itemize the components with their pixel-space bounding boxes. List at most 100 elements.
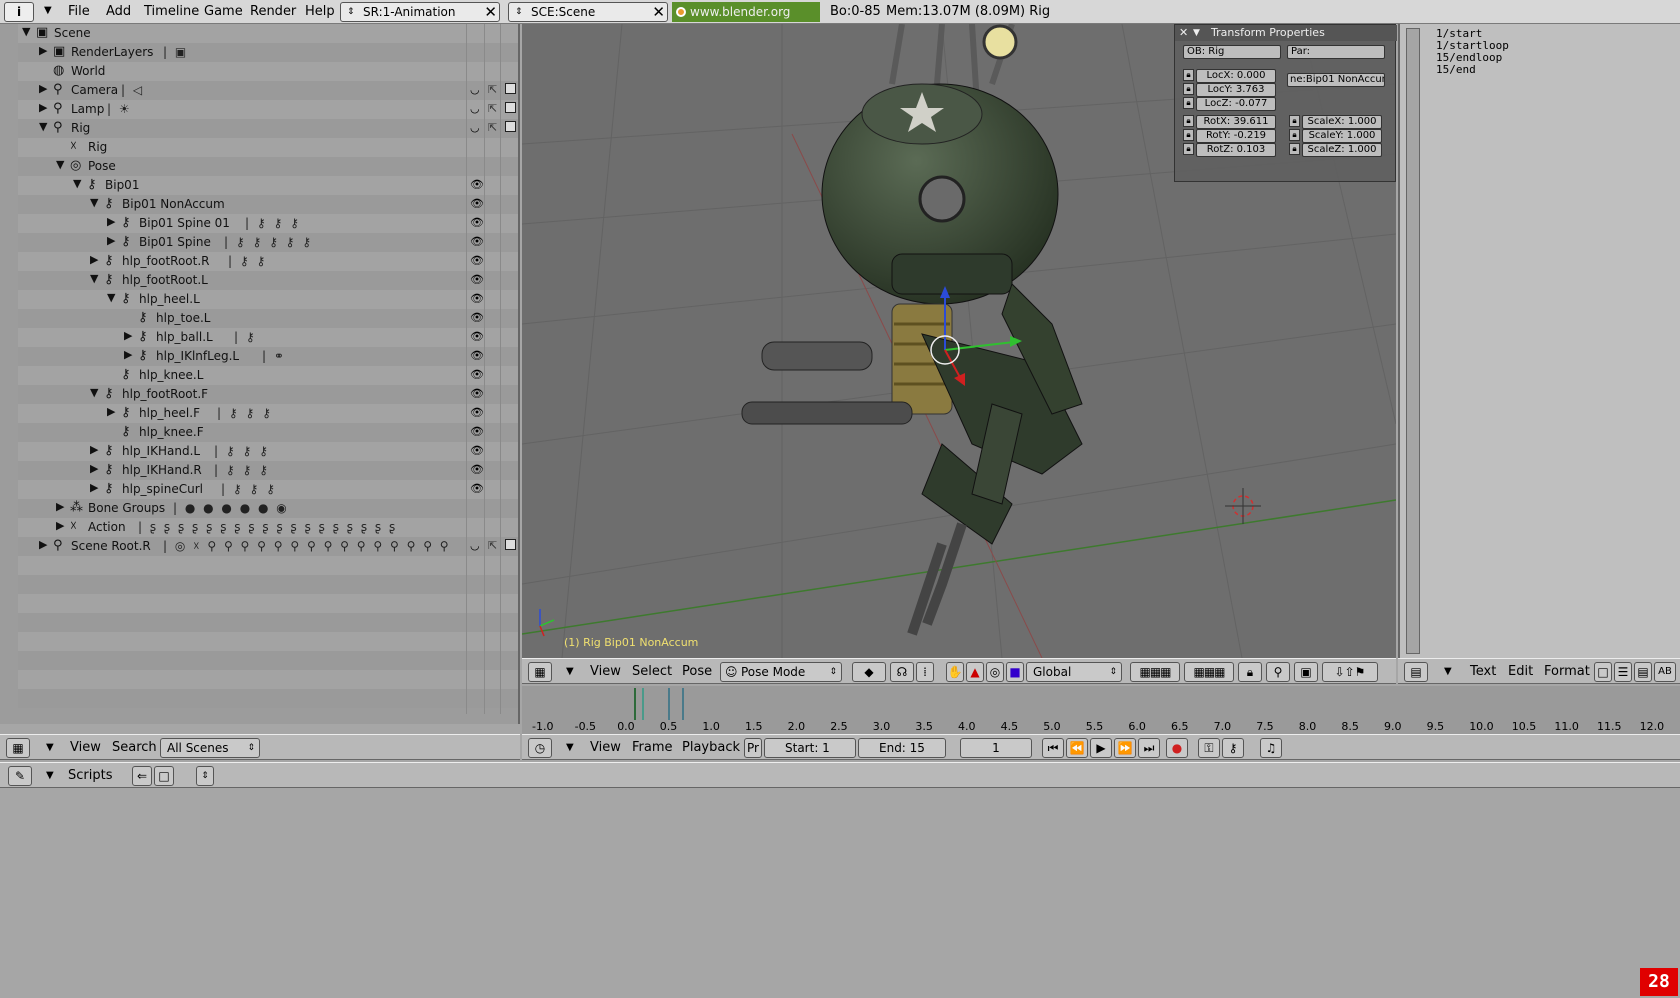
lock-icon[interactable]: 🔒︎ — [1183, 69, 1194, 81]
outliner-item-label[interactable]: RenderLayers — [71, 45, 153, 59]
rot-field[interactable]: RotZ: 0.103 — [1196, 143, 1276, 157]
outliner-view-menu[interactable]: View — [70, 740, 101, 755]
jump-end-icon[interactable]: ⏭ — [1138, 738, 1160, 758]
outliner-item-label[interactable]: hlp_toe.L — [156, 311, 211, 325]
orientation-dropdown[interactable]: Global ⇕ — [1026, 662, 1122, 682]
end-frame-field[interactable]: End: 15 — [858, 738, 946, 758]
frame-menu[interactable]: Frame — [632, 740, 673, 755]
visibility-eye-icon[interactable]: 👁︎ — [470, 197, 484, 210]
outliner-row[interactable]: ▼ ◎ Pose — [0, 157, 520, 176]
format-menu[interactable]: Format — [1544, 664, 1590, 679]
outliner-row[interactable]: ⚷ hlp_toe.L 👁︎ — [0, 309, 520, 328]
outliner-row[interactable]: ▶ ▣ RenderLayers | ▣ — [0, 43, 520, 62]
loc-field[interactable]: LocZ: -0.077 — [1196, 97, 1276, 111]
outliner-item-label[interactable]: Lamp — [71, 102, 104, 116]
edit-menu[interactable]: Edit — [1508, 664, 1533, 679]
current-frame-line[interactable] — [642, 688, 644, 720]
lock-icon[interactable]: 🔒︎ — [1183, 115, 1194, 127]
visibility-eye-icon[interactable]: 👁︎ — [470, 406, 484, 419]
visibility-eye-icon[interactable]: 👁︎ — [470, 425, 484, 438]
restrict-select-icon[interactable]: ⇱ — [488, 102, 497, 115]
outliner-row[interactable]: ▶ ⚷ hlp_footRoot.R | ⚷ ⚷ 👁︎ — [0, 252, 520, 271]
next-key-icon[interactable]: ⏩ — [1114, 738, 1136, 758]
outliner-row[interactable]: ▶ ⚲ Lamp | ☀ ◡ ⇱ — [0, 100, 520, 119]
outliner-row[interactable]: ▶ ⚷ hlp_heel.F | ⚷ ⚷ ⚷ 👁︎ — [0, 404, 520, 423]
text-line[interactable]: 15/end — [1436, 64, 1509, 76]
script-text[interactable]: 1/start 1/startloop 15/endloop 15/end — [1436, 28, 1509, 76]
visibility-eye-icon[interactable]: 👁︎ — [470, 330, 484, 343]
outliner-row[interactable]: ▶ ⚲ Scene Root.R | ◎ ☓ ⚲ ⚲ ⚲ ⚲ ⚲ ⚲ ⚲ ⚲ ⚲ ⚲ … — [0, 537, 520, 556]
menu-collapse-icon[interactable]: ▼ — [44, 5, 52, 16]
start-frame-field[interactable]: Start: 1 — [764, 738, 856, 758]
loc-field[interactable]: LocX: 0.000 — [1196, 69, 1276, 83]
visibility-eye-icon[interactable]: 👁︎ — [470, 482, 484, 495]
syntax-highlight-icon[interactable]: AB — [1654, 662, 1676, 682]
expand-open-icon[interactable]: ▼ — [107, 291, 115, 304]
child-data-icons[interactable]: | ⚷ ⚷ ⚷ — [214, 444, 270, 458]
lock-icon[interactable]: 🔒︎ — [1183, 129, 1194, 141]
outliner-item-label[interactable]: World — [71, 64, 105, 78]
lock-icon[interactable]: 🔒︎ — [1289, 143, 1300, 155]
expand-open-icon[interactable]: ▼ — [73, 177, 81, 190]
outliner-item-label[interactable]: Bip01 — [105, 178, 139, 192]
restrict-select-icon[interactable]: ⇱ — [488, 83, 497, 96]
outliner-item-label[interactable]: hlp_footRoot.R — [122, 254, 210, 268]
layer-buttons-2[interactable]: ▦▦▦ — [1184, 662, 1234, 682]
child-data-icons[interactable]: | ▣ — [163, 45, 188, 59]
outliner-item-label[interactable]: hlp_footRoot.L — [122, 273, 208, 287]
visibility-eye-icon[interactable]: 👁︎ — [470, 349, 484, 362]
outliner-row[interactable]: ▶ ⚷ hlp_IKHand.L | ⚷ ⚷ ⚷ 👁︎ — [0, 442, 520, 461]
copy-paste-pose-icons[interactable]: ⇩⇧⚑ — [1322, 662, 1378, 682]
outliner-row[interactable]: ◍ World — [0, 62, 520, 81]
view-menu[interactable]: View — [590, 664, 621, 679]
collapse-icon[interactable]: ▼ — [1193, 25, 1200, 41]
play-icon[interactable]: ▶ — [1090, 738, 1112, 758]
parent-field[interactable]: Par: — [1287, 45, 1385, 59]
outliner-item-label[interactable]: Rig — [71, 121, 90, 135]
expand-closed-icon[interactable]: ▶ — [56, 519, 64, 532]
expand-closed-icon[interactable]: ▶ — [56, 500, 64, 513]
lock-icon[interactable]: 🔒︎ — [1289, 129, 1300, 141]
line-numbers-icon[interactable]: ☰ — [1614, 662, 1632, 682]
outliner-item-label[interactable]: hlp_knee.F — [139, 425, 204, 439]
expand-closed-icon[interactable]: ▶ — [90, 462, 98, 475]
restrict-view-icon[interactable]: ◡ — [470, 83, 480, 96]
screen-selector[interactable]: ⇕ SR:1-Animation ✕ — [340, 2, 500, 22]
outliner-search-menu[interactable]: Search — [112, 740, 157, 755]
close-icon[interactable]: ✕ — [1179, 25, 1188, 41]
outliner-item-label[interactable]: hlp_IKHand.R — [122, 463, 202, 477]
visibility-eye-icon[interactable]: 👁︎ — [470, 292, 484, 305]
word-wrap-icon[interactable]: ▤ — [1634, 662, 1652, 682]
scripts-menu[interactable]: Scripts — [68, 768, 112, 783]
visibility-eye-icon[interactable]: 👁︎ — [470, 463, 484, 476]
child-data-icons[interactable]: | ⚷ ⚷ ⚷ — [245, 216, 301, 230]
outliner-item-label[interactable]: hlp_ball.L — [156, 330, 213, 344]
scale-field[interactable]: ScaleX: 1.000 — [1302, 115, 1382, 129]
pivot-options-icon[interactable]: ⁞ — [916, 662, 934, 682]
scale-icon[interactable]: ■ — [1006, 662, 1024, 682]
scene-selector[interactable]: ⇕ SCE:Scene ✕ — [508, 2, 668, 22]
outliner-item-label[interactable]: hlp_IKlnfLeg.L — [156, 349, 239, 363]
layer-buttons-1[interactable]: ▦▦▦ — [1130, 662, 1180, 682]
visibility-eye-icon[interactable]: 👁︎ — [470, 216, 484, 229]
lock-icon[interactable]: 🔒︎ — [1183, 143, 1194, 155]
expand-open-icon[interactable]: ▼ — [90, 272, 98, 285]
rot-field[interactable]: RotY: -0.219 — [1196, 129, 1276, 143]
outliner-item-label[interactable]: hlp_heel.L — [139, 292, 200, 306]
outliner-row[interactable]: ▼ ⚷ hlp_footRoot.L 👁︎ — [0, 271, 520, 290]
lock-icon[interactable]: 🔒︎ — [1238, 662, 1262, 682]
lock-icon[interactable]: 🔒︎ — [1289, 115, 1300, 127]
restrict-render-icon[interactable] — [505, 102, 516, 113]
outliner-item-label[interactable]: hlp_spineCurl — [122, 482, 203, 496]
outliner-item-label[interactable]: Scene Root.R — [71, 539, 151, 553]
expand-closed-icon[interactable]: ▶ — [39, 44, 47, 57]
outliner-row[interactable]: ▼ ⚷ hlp_footRoot.F 👁︎ — [0, 385, 520, 404]
child-data-icons[interactable]: | ⚷ ⚷ ⚷ — [217, 406, 273, 420]
preview-range-button[interactable]: Pr — [744, 738, 762, 758]
restrict-render-icon[interactable] — [505, 121, 516, 132]
outliner-item-label[interactable]: Action — [88, 520, 126, 534]
timeline-view-menu[interactable]: View — [590, 740, 621, 755]
pivot-icon[interactable]: ☊ — [890, 662, 914, 682]
collapse-icon[interactable]: ▼ — [46, 770, 54, 781]
restrict-view-icon[interactable]: ◡ — [470, 121, 480, 134]
